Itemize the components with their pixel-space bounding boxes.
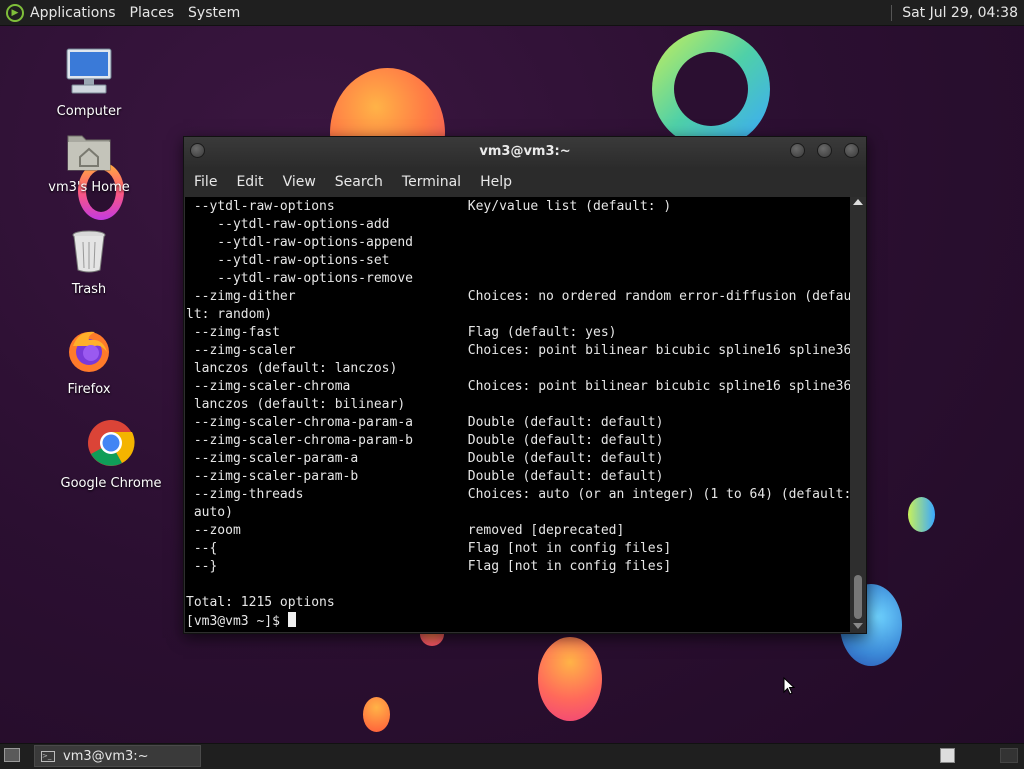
desktop-icon-home[interactable]: vm3's Home: [34, 130, 144, 195]
menu-places[interactable]: Places: [130, 5, 175, 21]
menu-help[interactable]: Help: [480, 174, 512, 190]
trash-icon: [34, 228, 144, 278]
terminal-line: --zimg-scaler-param-b Double (default: d…: [193, 469, 664, 484]
scroll-up-arrow-icon[interactable]: [853, 199, 863, 205]
panel-separator: [891, 4, 893, 21]
terminal-line: --ytdl-raw-options-add: [217, 217, 390, 232]
home-folder-icon: [34, 130, 144, 176]
terminal-line: --zimg-threads Choices: auto (or an inte…: [193, 487, 850, 502]
menu-file[interactable]: File: [194, 174, 217, 190]
terminal-line: --zimg-scaler-chroma-param-b Double (def…: [193, 433, 664, 448]
window-titlebar[interactable]: vm3@vm3:~: [184, 137, 866, 167]
desktop-icon-label: Google Chrome: [60, 476, 162, 491]
terminal-line: --} Flag [not in config files]: [193, 559, 672, 574]
terminal-line: --zimg-scaler-chroma-param-a Double (def…: [193, 415, 664, 430]
desktop-icon-label: vm3's Home: [48, 180, 130, 195]
decorative-blob: [908, 497, 935, 532]
terminal-scrollbar[interactable]: [851, 197, 865, 632]
workspace-switcher-2[interactable]: [1000, 748, 1018, 763]
menu-search[interactable]: Search: [335, 174, 383, 190]
terminal-line: --zimg-dither Choices: no ordered random…: [193, 289, 850, 304]
show-desktop-icon[interactable]: [4, 748, 20, 762]
firefox-icon: [34, 326, 144, 378]
terminal-line: --{ Flag [not in config files]: [193, 541, 672, 556]
minimize-button[interactable]: [790, 143, 805, 158]
terminal-menubar: File Edit View Search Terminal Help: [184, 167, 866, 197]
terminal-line: --zimg-fast Flag (default: yes): [193, 325, 617, 340]
computer-icon: [34, 46, 144, 100]
top-panel: ▶ Applications Places System Sat Jul 29,…: [0, 0, 1024, 26]
desktop-icon-label: Firefox: [67, 382, 111, 397]
distro-logo-icon[interactable]: ▶: [6, 3, 24, 22]
terminal-icon: >_: [41, 750, 55, 762]
mouse-pointer-icon: [783, 676, 796, 699]
terminal-lines: --ytdl-raw-options Key/value list (defau…: [186, 199, 850, 610]
menu-terminal[interactable]: Terminal: [402, 174, 461, 190]
terminal-line: lanczos (default: lanczos): [193, 361, 398, 376]
terminal-line: --zoom removed [deprecated]: [193, 523, 625, 538]
menu-edit[interactable]: Edit: [236, 174, 263, 190]
terminal-line: lt: random): [186, 307, 273, 322]
menu-view[interactable]: View: [283, 174, 316, 190]
taskbar-item-terminal[interactable]: >_ vm3@vm3:~: [34, 745, 201, 767]
shell-prompt: [vm3@vm3 ~]$: [186, 614, 288, 629]
desktop-icon-computer[interactable]: Computer: [34, 46, 144, 119]
decorative-blob: [363, 697, 390, 732]
close-button[interactable]: [844, 143, 859, 158]
clock[interactable]: Sat Jul 29, 04:38: [902, 5, 1018, 21]
terminal-line: Total: 1215 options: [186, 595, 335, 610]
desktop-icon-chrome[interactable]: Google Chrome: [56, 418, 166, 491]
decorative-ring: [652, 30, 770, 148]
desktop-icon-trash[interactable]: Trash: [34, 228, 144, 297]
desktop-icon-firefox[interactable]: Firefox: [34, 326, 144, 397]
terminal-output[interactable]: --ytdl-raw-options Key/value list (defau…: [185, 197, 850, 632]
terminal-line: --ytdl-raw-options-set: [217, 253, 390, 268]
terminal-window[interactable]: vm3@vm3:~ File Edit View Search Terminal…: [183, 136, 867, 634]
bottom-panel: >_ vm3@vm3:~: [0, 743, 1024, 769]
terminal-line: --ytdl-raw-options Key/value list (defau…: [193, 199, 672, 214]
desktop-icon-label: Trash: [71, 282, 107, 297]
workspace-switcher-1[interactable]: [940, 748, 955, 763]
terminal-line: auto): [193, 505, 233, 520]
scroll-down-arrow-icon[interactable]: [853, 623, 863, 629]
terminal-text: --ytdl-raw-options Key/value list (defau…: [185, 198, 850, 631]
menu-applications[interactable]: Applications: [30, 5, 116, 21]
chrome-icon: [56, 418, 166, 472]
scrollbar-thumb[interactable]: [854, 575, 862, 619]
terminal-line: --ytdl-raw-options-remove: [217, 271, 413, 286]
window-title: vm3@vm3:~: [479, 144, 571, 159]
terminal-line: lanczos (default: bilinear): [193, 397, 406, 412]
text-cursor: [287, 612, 296, 627]
menu-system[interactable]: System: [188, 5, 240, 21]
terminal-line: --zimg-scaler Choices: point bilinear bi…: [193, 343, 850, 358]
terminal-line: --ytdl-raw-options-append: [217, 235, 413, 250]
terminal-line: --zimg-scaler-chroma Choices: point bili…: [193, 379, 850, 394]
taskbar-item-label: vm3@vm3:~: [63, 748, 149, 764]
desktop-icon-label: Computer: [56, 104, 122, 119]
maximize-button[interactable]: [817, 143, 832, 158]
terminal-line: --zimg-scaler-param-a Double (default: d…: [193, 451, 664, 466]
decorative-blob: [538, 637, 602, 721]
